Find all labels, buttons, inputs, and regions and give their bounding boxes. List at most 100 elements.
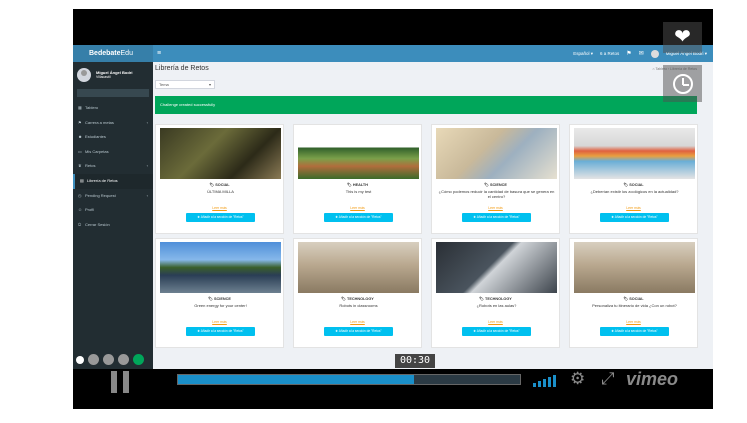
- challenge-image: [160, 128, 281, 179]
- read-more-link[interactable]: Leer más: [156, 320, 283, 324]
- chevron-left-icon: ‹: [146, 192, 148, 198]
- language-selector[interactable]: Español ▾: [573, 51, 593, 57]
- sidebar-item[interactable]: ▭ Mis Carpetas: [73, 145, 153, 160]
- category-label: 🏷 TECHNOLOGY: [479, 297, 512, 301]
- watch-later-icon[interactable]: [663, 65, 702, 102]
- settings-icon[interactable]: ⚙: [570, 369, 585, 389]
- read-more-link[interactable]: Leer más: [294, 206, 421, 210]
- add-challenge-button[interactable]: ✚ Añadir a la sección de "Retos": [600, 213, 669, 222]
- pause-icon[interactable]: [107, 371, 133, 395]
- sidebar-item[interactable]: ☻ Estudiantes: [73, 130, 153, 145]
- progress-bar[interactable]: [177, 374, 521, 385]
- category-label: 🏷 SCIENCE: [484, 183, 507, 187]
- dashboard-icon: ▦: [78, 105, 82, 110]
- menu-toggle-icon[interactable]: ≡: [157, 45, 161, 62]
- video-player[interactable]: BedebateEdu ≡ Español ▾ 6 a Retos ⚑ ✉ Mi…: [73, 9, 713, 409]
- sidebar-item[interactable]: ☺ Profil: [73, 203, 153, 218]
- video-frame: BedebateEdu ≡ Español ▾ 6 a Retos ⚑ ✉ Mi…: [73, 45, 713, 375]
- category-label: 🏷 SCIENCE: [208, 297, 231, 301]
- vimeo-logo[interactable]: vimeo: [626, 369, 678, 390]
- flag-icon[interactable]: ⚑: [626, 50, 631, 57]
- add-challenge-button[interactable]: ✚ Añadir a la sección de "Retos": [462, 327, 531, 336]
- sidebar-item-label: Tablero: [85, 105, 99, 110]
- success-alert: Challenge created successfully: [155, 96, 697, 114]
- app-logo[interactable]: BedebateEdu: [73, 45, 153, 62]
- challenge-title: Robots in classrooms: [339, 303, 378, 308]
- users-icon: ☻: [78, 134, 83, 140]
- category-label: 🏷 TECHNOLOGY: [341, 297, 374, 301]
- desktop-dock: [76, 354, 144, 365]
- sidebar: Miguel Ángel Bodri Villacastil ▦ Tablero ⚑…: [73, 62, 153, 375]
- challenge-card: 🏷 TECHNOLOGY ¿Robots en las aulas? Leer …: [431, 238, 560, 348]
- user-panel: Miguel Ángel Bodri Villacastil: [73, 62, 153, 87]
- category-label: 🏷 HEALTH: [346, 183, 368, 187]
- sidebar-item-label: Profil: [85, 207, 95, 213]
- dock-dot: [103, 354, 114, 365]
- user-status: Villacastil: [96, 74, 111, 79]
- sidebar-menu: ▦ Tablero ⚑ Carrera a metas ‹ ☻ Estudiantes ▭ Mi…: [73, 101, 153, 232]
- sidebar-item[interactable]: ▦ Tablero: [73, 101, 153, 116]
- dock-dot: [133, 354, 144, 365]
- category-label: 🏷 SOCIAL: [623, 297, 644, 301]
- sidebar-search[interactable]: [77, 89, 149, 97]
- flag-icon: ⚑: [78, 119, 82, 125]
- add-challenge-button[interactable]: ✚ Añadir a la sección de "Retos": [600, 327, 669, 336]
- sidebar-item[interactable]: ◷ Pending Request ‹: [73, 189, 153, 204]
- challenge-title: ¿Cómo podemos reducir la cantidad de bas…: [438, 189, 555, 199]
- category-label: 🏷 SOCIAL: [623, 183, 644, 187]
- challenge-image: [436, 128, 557, 179]
- add-challenge-button[interactable]: ✚ Añadir a la sección de "Retos": [186, 213, 255, 222]
- logout-icon: ⏻: [78, 221, 82, 227]
- sidebar-item[interactable]: ⚑ Carrera a metas ‹: [73, 116, 153, 131]
- time-display: 00:30: [395, 354, 435, 368]
- clock-icon: ◷: [78, 192, 82, 198]
- read-more-link[interactable]: Leer más: [432, 206, 559, 210]
- user-name: Miguel Ángel Bodri: [96, 69, 133, 75]
- challenge-card: 🏷 SCIENCE ¿Cómo podemos reducir la canti…: [431, 124, 560, 234]
- read-more-link[interactable]: Leer más: [570, 320, 697, 324]
- read-more-link[interactable]: Leer más: [294, 320, 421, 324]
- challenge-title: Green energy for your center!: [194, 303, 247, 308]
- challenges-link[interactable]: 6 a Retos: [600, 51, 619, 56]
- challenge-image: [298, 128, 419, 179]
- dock-dot: [76, 356, 84, 364]
- fullscreen-icon[interactable]: ⤢: [601, 369, 615, 389]
- read-more-link[interactable]: Leer más: [156, 206, 283, 210]
- challenge-title: This is my test: [345, 189, 372, 194]
- sidebar-item[interactable]: ♛ Retos ‹: [73, 159, 153, 174]
- add-challenge-button[interactable]: ✚ Añadir a la sección de "Retos": [324, 327, 393, 336]
- clock-icon: [672, 73, 693, 94]
- sidebar-item-label: Retos: [85, 163, 96, 169]
- volume-icon[interactable]: [533, 375, 556, 387]
- category-label: 🏷 SOCIAL: [209, 183, 230, 187]
- page-title: Librería de Retos: [155, 65, 209, 72]
- app-topbar: BedebateEdu ≡ Español ▾ 6 a Retos ⚑ ✉ Mi…: [73, 45, 713, 62]
- progress-fill: [178, 375, 414, 384]
- challenge-image: [574, 242, 695, 293]
- read-more-link[interactable]: Leer más: [432, 320, 559, 324]
- sidebar-item-label: Cerrar Sesión: [85, 221, 110, 227]
- sidebar-item[interactable]: ▤ Librería de Retos: [73, 173, 153, 189]
- challenge-card: 🏷 SCIENCE Green energy for your center! …: [155, 238, 284, 348]
- add-challenge-button[interactable]: ✚ Añadir a la sección de "Retos": [186, 327, 255, 336]
- challenge-image: [574, 128, 695, 179]
- add-challenge-button[interactable]: ✚ Añadir a la sección de "Retos": [324, 213, 393, 222]
- challenge-card: 🏷 SOCIAL Personaliza tu itinerario de vi…: [569, 238, 698, 348]
- chevron-left-icon: ‹: [146, 163, 148, 169]
- chevron-left-icon: ‹: [146, 119, 148, 125]
- challenge-image: [298, 242, 419, 293]
- bell-icon[interactable]: ✉: [639, 50, 644, 57]
- challenge-card: 🏷 HEALTH This is my test Leer más ✚ Añad…: [293, 124, 422, 234]
- read-more-link[interactable]: Leer más: [570, 206, 697, 210]
- dock-dot: [88, 354, 99, 365]
- avatar: [650, 49, 659, 58]
- sidebar-item-label: Mis Carpetas: [85, 148, 109, 154]
- challenge-title: Personaliza tu itinerario de vida ¿Con u…: [592, 303, 677, 308]
- add-challenge-button[interactable]: ✚ Añadir a la sección de "Retos": [462, 213, 531, 222]
- sidebar-item[interactable]: ⏻ Cerrar Sesión: [73, 218, 153, 233]
- user-icon: ☺: [78, 207, 83, 213]
- challenge-image: [436, 242, 557, 293]
- heart-icon[interactable]: ❤: [663, 22, 702, 53]
- main-content: Librería de Retos ⌂ Tablero › Librería d…: [153, 62, 701, 375]
- topic-select[interactable]: Tema ▾: [155, 80, 215, 89]
